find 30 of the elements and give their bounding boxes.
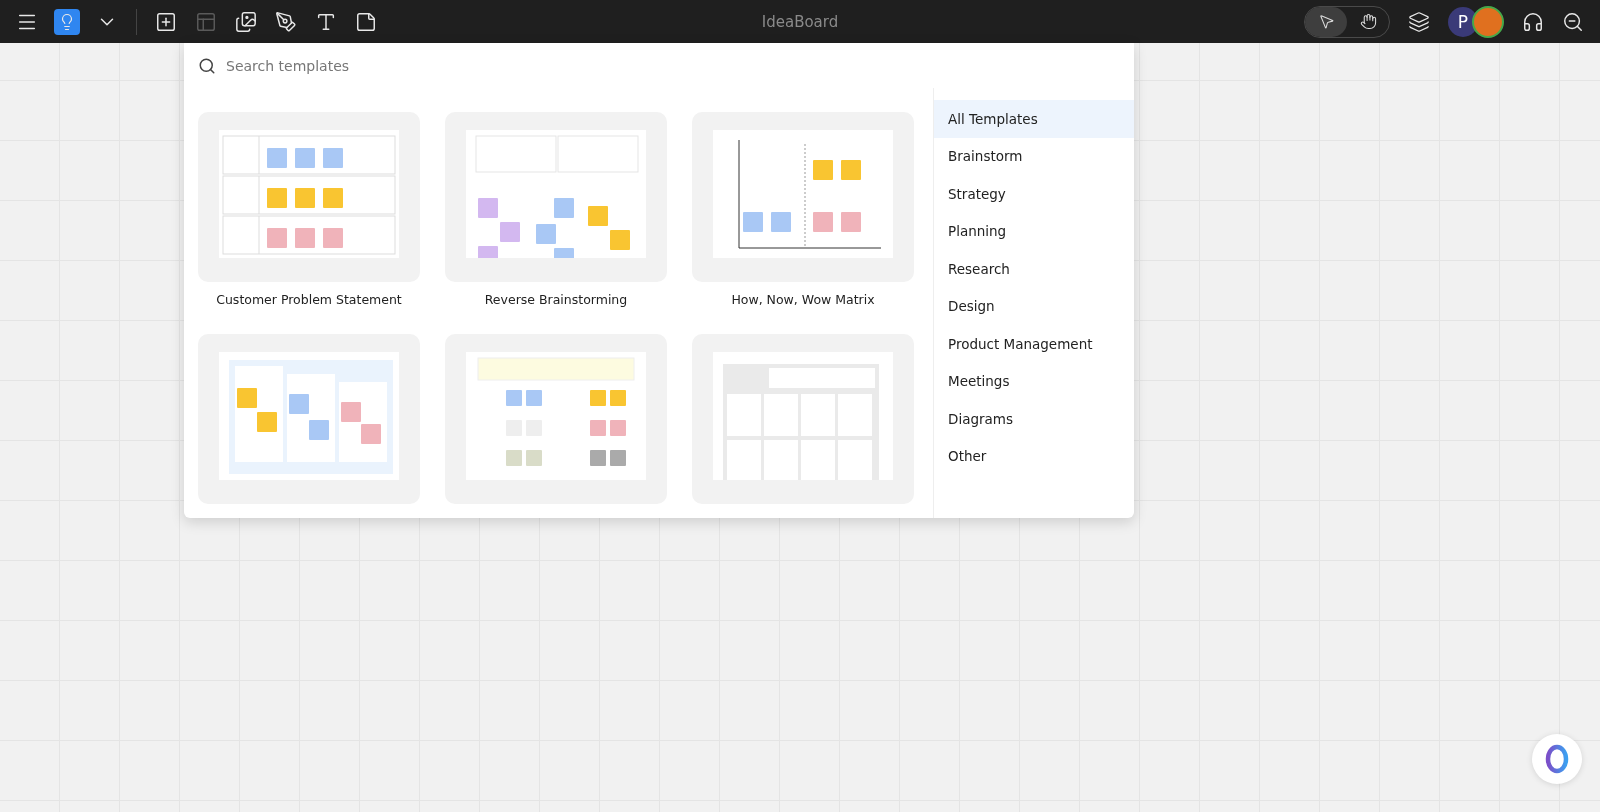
image-icon [235,10,257,33]
add-icon [155,10,177,33]
avatar-photo[interactable] [1472,5,1504,38]
category-item[interactable]: Brainstorm [934,137,1134,175]
category-item[interactable]: Research [934,250,1134,288]
headphones-button[interactable] [1522,10,1544,33]
template-name: Reverse Brainstorming [484,292,628,307]
template-name: Customer Problem Statement [216,292,402,307]
board-title: IdeaBoard [761,12,839,31]
hand-icon [1359,13,1377,30]
template-name: How, Now, Wow Matrix [731,292,875,307]
category-item[interactable]: Meetings [934,362,1134,400]
pointer-icon [1317,13,1335,30]
zoom-out-button[interactable] [1562,10,1584,33]
search-icon [198,56,216,75]
sticky-note-icon [355,10,377,33]
ring-logo-icon [1544,744,1570,774]
assistant-button[interactable] [1532,734,1582,784]
layout-icon [195,10,217,33]
lightbulb-button[interactable] [54,8,80,35]
category-item[interactable]: Product Management [934,325,1134,363]
pointer-tool-button[interactable] [1305,6,1347,37]
category-item[interactable]: Design [934,287,1134,325]
category-item[interactable]: All Templates [934,100,1134,138]
category-item[interactable]: Strategy [934,175,1134,213]
category-item[interactable]: Planning [934,212,1134,250]
category-item[interactable]: Other [934,437,1134,475]
category-item[interactable]: Diagrams [934,400,1134,438]
pen-icon [275,10,297,33]
layers-button[interactable] [1408,10,1430,33]
